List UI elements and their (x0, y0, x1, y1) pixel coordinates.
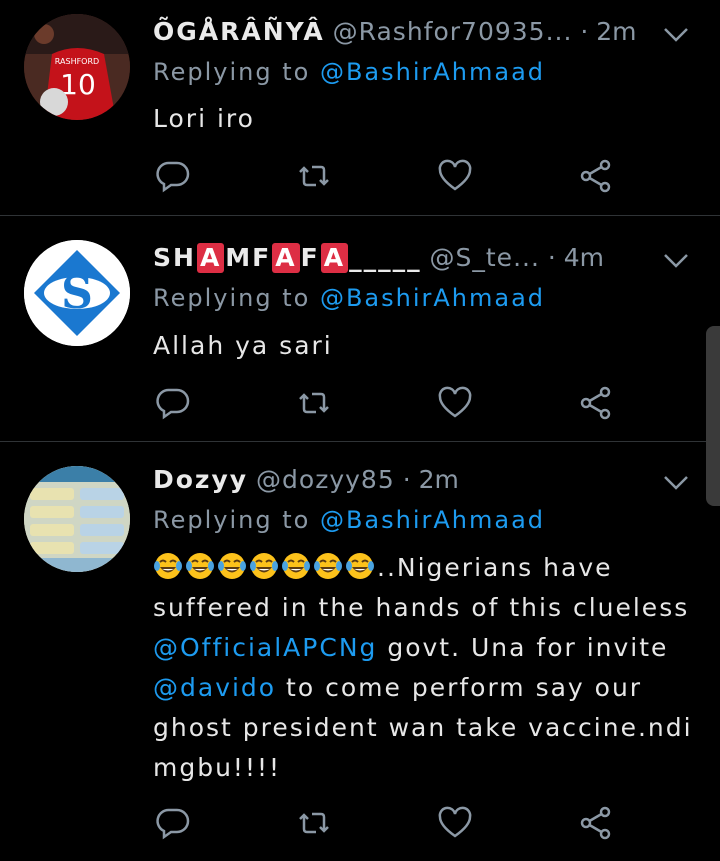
replying-mention[interactable]: @BashirAhmaad (320, 284, 545, 312)
chevron-down-icon[interactable] (662, 18, 690, 54)
user-handle[interactable]: @S_te... (430, 243, 540, 272)
mention-link[interactable]: @davido (153, 673, 276, 702)
tweet-text: Lori iro (153, 104, 255, 133)
avatar[interactable]: RASHFORD 10 (24, 14, 130, 120)
chevron-down-icon[interactable] (662, 466, 690, 502)
action-bar (155, 385, 625, 421)
avatar-image: S (24, 240, 130, 346)
like-icon[interactable] (437, 805, 473, 841)
replying-prefix: Replying to (153, 284, 311, 312)
tweet-1[interactable]: RASHFORD 10 ÕGÅRÂÑYÂ @Rashfor70935... · … (0, 0, 720, 215)
retweet-icon[interactable] (296, 805, 332, 841)
display-name[interactable]: Dozyy (153, 465, 248, 494)
replying-mention[interactable]: @BashirAhmaad (320, 58, 545, 86)
like-icon[interactable] (437, 158, 473, 194)
replying-prefix: Replying to (153, 58, 311, 86)
tweet-header: Dozyy @dozyy85 · 2m (153, 462, 690, 498)
face-with-tears-of-joy-icon (314, 553, 342, 579)
face-with-tears-of-joy-icon (186, 553, 214, 579)
user-handle[interactable]: @dozyy85 (256, 465, 395, 494)
tweet-2[interactable]: S SH A MF A F A _____ @S_te... · 4m Replying t… (0, 216, 720, 441)
face-with-tears-of-joy-icon (346, 553, 374, 579)
share-icon[interactable] (578, 158, 614, 194)
reply-icon[interactable] (155, 805, 191, 841)
replying-to: Replying to @BashirAhmaad (153, 58, 545, 86)
tweet-header: SH A MF A F A _____ @S_te... · 4m (153, 240, 690, 276)
face-with-tears-of-joy-icon (282, 553, 310, 579)
replying-mention[interactable]: @BashirAhmaad (320, 506, 545, 534)
action-bar (155, 805, 625, 841)
chevron-down-icon[interactable] (662, 244, 690, 280)
replying-to: Replying to @BashirAhmaad (153, 506, 545, 534)
tweet-3[interactable]: Dozyy @dozyy85 · 2m Replying to @BashirA… (0, 442, 720, 861)
action-bar (155, 158, 625, 194)
replying-to: Replying to @BashirAhmaad (153, 284, 545, 312)
retweet-icon[interactable] (296, 158, 332, 194)
like-icon[interactable] (437, 385, 473, 421)
avatar[interactable] (24, 466, 130, 572)
tweet-text: ..Nigerians have suffered in the hands o… (153, 553, 693, 782)
display-name[interactable]: SH A MF A F A _____ (153, 243, 422, 273)
face-with-tears-of-joy-icon (218, 553, 246, 579)
tweet-text: Allah ya sari (153, 331, 333, 360)
timestamp[interactable]: · 2m (403, 465, 459, 494)
avatar-image (24, 466, 130, 572)
timestamp[interactable]: · 2m (580, 17, 636, 46)
face-with-tears-of-joy-icon (154, 553, 182, 579)
replying-prefix: Replying to (153, 506, 311, 534)
reply-icon[interactable] (155, 158, 191, 194)
timestamp[interactable]: · 4m (548, 243, 604, 272)
share-icon[interactable] (578, 805, 614, 841)
reply-icon[interactable] (155, 385, 191, 421)
avatar-image: RASHFORD 10 (24, 14, 130, 120)
share-icon[interactable] (578, 385, 614, 421)
tweet-header: ÕGÅRÂÑYÂ @Rashfor70935... · 2m (153, 14, 690, 50)
retweet-icon[interactable] (296, 385, 332, 421)
mention-link[interactable]: @OfficialAPCNg (153, 633, 377, 662)
svg-text:RASHFORD: RASHFORD (55, 57, 99, 66)
user-handle[interactable]: @Rashfor70935... (333, 17, 573, 46)
avatar[interactable]: S (24, 240, 130, 346)
face-with-tears-of-joy-icon (250, 553, 278, 579)
scrollbar[interactable] (706, 326, 720, 506)
emoji-row (153, 553, 377, 582)
svg-text:S: S (61, 268, 93, 319)
display-name[interactable]: ÕGÅRÂÑYÂ (153, 17, 325, 46)
